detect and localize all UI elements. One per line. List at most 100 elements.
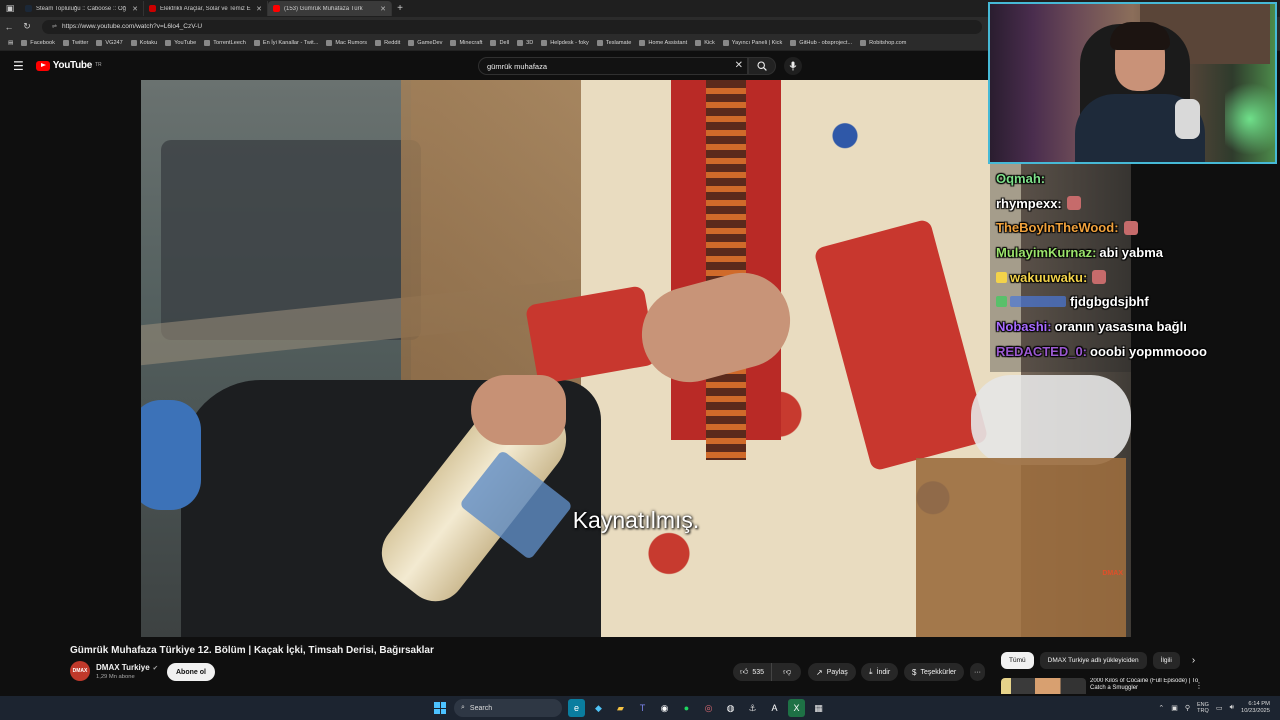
file-explorer-icon[interactable]: ▰	[612, 699, 629, 717]
channel-avatar[interactable]: DMAX	[70, 661, 90, 681]
browser-tab[interactable]: Elektrikli Araçlar, Solar ve Temiz E ✕	[144, 1, 268, 16]
recommended-title[interactable]: 2000 Kilos of Cocaine (Full Episode) | T…	[1090, 678, 1211, 694]
excel-icon[interactable]: X	[788, 699, 805, 717]
tab-title: (153) Gümrük Muhafaza Türk	[284, 5, 363, 12]
site-info-icon[interactable]: ⇌	[52, 23, 57, 30]
chrome-icon[interactable]: ◉	[656, 699, 673, 717]
thanks-button[interactable]: $ Teşekkürler	[904, 663, 965, 681]
chat-username: Oqmah:	[996, 170, 1046, 186]
bookmark-icon	[130, 40, 137, 46]
download-button[interactable]: ⤓ İndir	[861, 663, 899, 681]
refresh-icon[interactable]: ↻	[18, 21, 36, 32]
bookmark-item[interactable]: Twitter	[59, 40, 92, 46]
bookmark-item[interactable]: Yayıncı Paneli | Kick	[719, 40, 786, 46]
spotify-icon[interactable]: ●	[678, 699, 695, 717]
bookmark-icon	[62, 40, 69, 46]
bookmark-item[interactable]: Robitshop.com	[856, 40, 910, 46]
back-icon[interactable]: ←	[0, 22, 18, 32]
taskbar-search[interactable]: ⌕ Search	[454, 699, 562, 717]
bookmark-item[interactable]: GitHub - obsproject...	[786, 40, 856, 46]
video-scene-embroidery	[706, 80, 746, 460]
bookmark-icon	[253, 40, 260, 46]
video-player[interactable]: Kaynatılmış. DMAX	[141, 80, 1131, 637]
bookmark-item[interactable]: TorrentLeech	[200, 40, 250, 46]
bookmark-item[interactable]: Kotaku	[127, 40, 161, 46]
search-button[interactable]	[748, 57, 776, 75]
bookmark-item[interactable]: 3D	[513, 40, 537, 46]
steam-icon[interactable]: ◆	[590, 699, 607, 717]
discord-icon[interactable]: ◍	[722, 699, 739, 717]
input-language[interactable]: ENG TRQ	[1197, 702, 1209, 714]
share-button[interactable]: ↗ Paylaş	[808, 663, 856, 681]
bookmark-item[interactable]: En İyi Kanallar - Twit...	[250, 40, 323, 46]
tab-title: Elektrikli Araçlar, Solar ve Temiz E	[160, 5, 251, 12]
thumbs-down-icon: 👎︎	[783, 667, 792, 676]
obs-icon[interactable]: ◎	[700, 699, 717, 717]
url-field[interactable]: ⇌ https://www.youtube.com/watch?v=L6lo4_…	[42, 19, 982, 34]
tray-app-icon[interactable]: ▣	[1171, 704, 1178, 712]
filter-chip[interactable]: Tümü	[1001, 652, 1034, 669]
bookmark-item[interactable]: Mac Rumors	[322, 40, 371, 46]
clock[interactable]: 6:14 PM 10/23/2025	[1241, 701, 1270, 715]
tab-close-icon[interactable]: ✕	[256, 5, 262, 13]
tab-close-icon[interactable]: ✕	[380, 5, 386, 13]
recommended-video[interactable]: 2000 Kilos of Cocaine (Full Episode) | T…	[1001, 678, 1211, 694]
dislike-button[interactable]: 👎︎	[776, 667, 798, 677]
subscribe-button[interactable]: Abone ol	[167, 663, 215, 681]
youtube-logo[interactable]: YouTube TR	[35, 60, 102, 71]
search-input[interactable]: gümrük muhafaza ✕	[478, 57, 748, 75]
browser-tab[interactable]: Steam Topluluğu :: Caboose :: Öğ ✕	[20, 1, 144, 16]
bookmark-item[interactable]: VG247	[92, 40, 126, 46]
subscriber-count: 1,29 Mn abone	[96, 674, 135, 680]
chevron-right-icon[interactable]: ›	[1192, 655, 1195, 666]
launcher-icon[interactable]: ⚓	[744, 699, 761, 717]
bookmark-label: Helpdesk - foky	[550, 40, 589, 46]
more-actions-button[interactable]: ···	[970, 663, 985, 681]
bookmark-item[interactable]: Minecraft	[446, 40, 486, 46]
bookmark-item[interactable]: Teslamate	[593, 40, 636, 46]
bookmark-item[interactable]: Facebook	[17, 40, 59, 46]
youtube-region-code: TR	[94, 62, 102, 68]
like-button[interactable]: 👍︎ 535	[733, 663, 773, 681]
bookmark-item[interactable]: Helpdesk - foky	[537, 40, 593, 46]
edge-icon[interactable]: e	[568, 699, 585, 717]
youtube-play-icon	[35, 60, 50, 71]
filter-chip[interactable]: İlgili	[1152, 652, 1180, 669]
teams-icon[interactable]: T	[634, 699, 651, 717]
bluetooth-icon[interactable]: ⚲	[1185, 704, 1190, 712]
download-icon: ⤓	[869, 667, 873, 676]
tab-actions-icon[interactable]: ▣	[0, 0, 20, 17]
voice-search-button[interactable]	[784, 57, 802, 75]
windows-start-icon[interactable]	[434, 702, 446, 714]
like-count: 535	[752, 668, 765, 676]
clear-search-icon[interactable]: ✕	[735, 60, 743, 71]
clock-date: 10/23/2025	[1240, 708, 1270, 714]
tray-overflow-icon[interactable]: ⌃	[1158, 704, 1164, 712]
browser-tab[interactable]: (153) Gümrük Muhafaza Türk ✕	[268, 1, 392, 16]
recommended-menu-icon[interactable]: ⋮	[1195, 681, 1203, 690]
app-icon[interactable]: A	[766, 699, 783, 717]
webcam-light	[1225, 74, 1275, 162]
tab-close-icon[interactable]: ✕	[132, 5, 138, 13]
chat-emote-icon	[1123, 220, 1138, 235]
channel-watermark: DMAX	[1102, 570, 1123, 577]
bookmark-item[interactable]: Home Assistant	[635, 40, 691, 46]
bookmark-item[interactable]: Kick	[691, 40, 719, 46]
bookmark-item[interactable]: Dell	[486, 40, 513, 46]
bookmark-item[interactable]: GameDev	[404, 40, 446, 46]
bookmark-label: Reddit	[384, 40, 401, 46]
volume-icon[interactable]: 🔊︎	[1230, 704, 1234, 712]
bookmark-item[interactable]: YouTube	[161, 40, 200, 46]
network-icon[interactable]: ▭	[1216, 704, 1223, 712]
new-tab-button[interactable]: +	[392, 3, 408, 14]
bookmark-item[interactable]: Reddit	[371, 40, 404, 46]
filter-chip[interactable]: DMAX Turkiye adlı yükleyiciden	[1039, 652, 1147, 669]
chat-text: fjdgbgdsjbhf	[1070, 294, 1149, 310]
bookmark-label: Kick	[704, 40, 715, 46]
bookmarks-menu-icon[interactable]: ▤	[4, 40, 17, 46]
guide-menu-icon[interactable]: ☰	[13, 59, 24, 73]
recommended-thumbnail[interactable]	[1001, 678, 1086, 694]
bookmark-label: Facebook	[30, 40, 55, 46]
channel-name-row[interactable]: DMAX Turkiye ✔	[96, 663, 158, 672]
calculator-icon[interactable]: ▦	[810, 699, 827, 717]
